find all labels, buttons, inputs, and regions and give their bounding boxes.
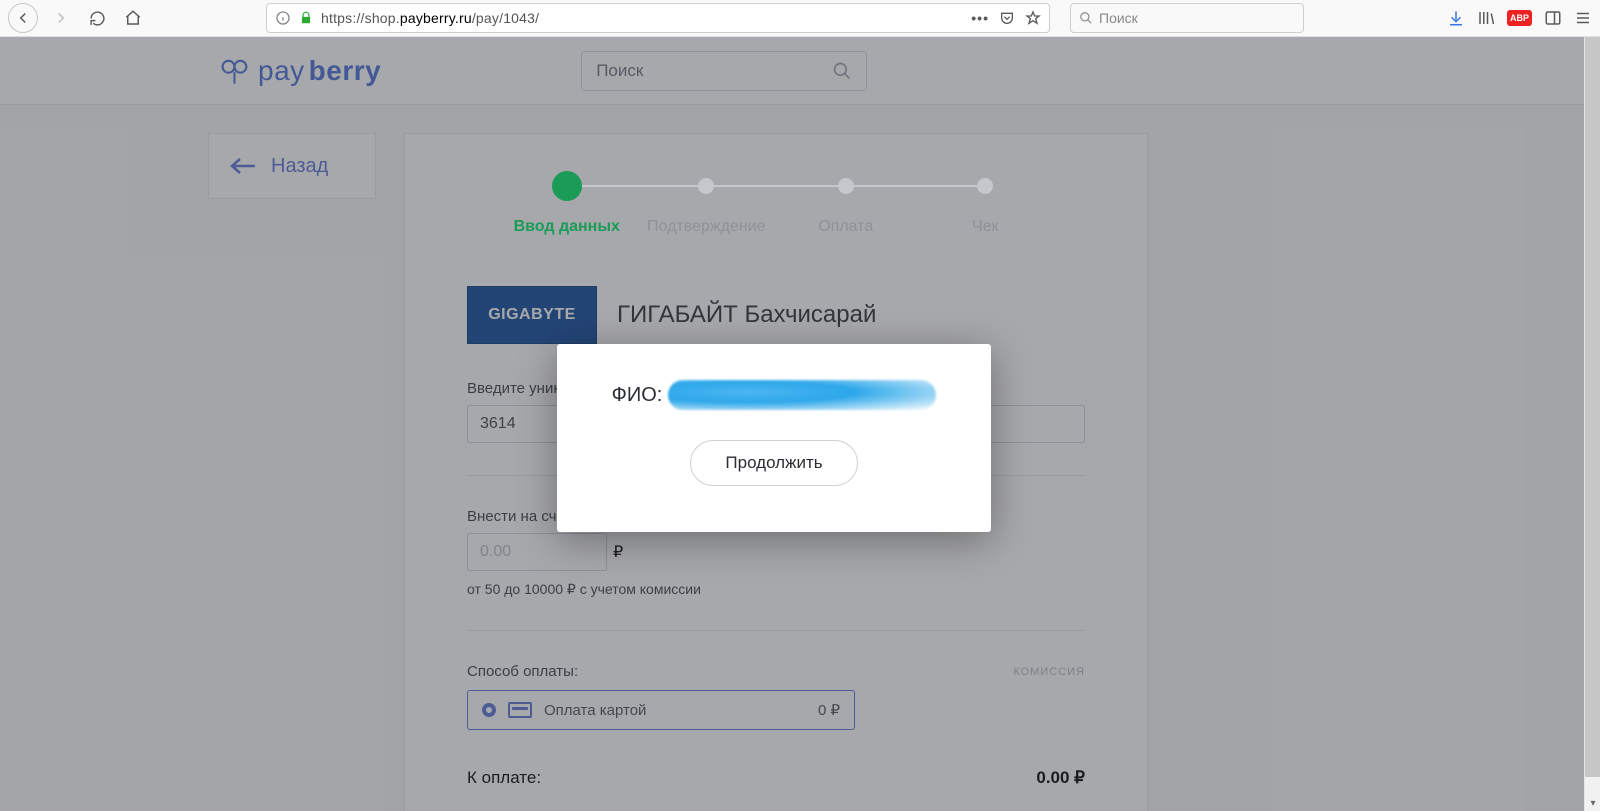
- browser-toolbar: https://shop.payberry.ru/pay/1043/ ••• П…: [0, 0, 1600, 37]
- scroll-down-icon[interactable]: ▾: [1585, 795, 1600, 811]
- scroll-thumb[interactable]: [1585, 37, 1600, 777]
- step-confirm[interactable]: Подтверждение: [637, 178, 777, 236]
- lock-icon: [299, 11, 313, 25]
- fio-label: ФИО:: [612, 384, 663, 407]
- url-text: https://shop.payberry.ru/pay/1043/: [321, 10, 963, 26]
- reload-button[interactable]: [84, 5, 110, 31]
- vertical-scrollbar[interactable]: ▴ ▾: [1584, 37, 1600, 811]
- search-icon: [1079, 11, 1093, 25]
- library-icon[interactable]: [1477, 9, 1495, 27]
- bookmark-star-icon[interactable]: [1025, 10, 1041, 26]
- nav-back-button[interactable]: [8, 3, 38, 33]
- menu-icon[interactable]: [1574, 9, 1592, 27]
- address-bar[interactable]: https://shop.payberry.ru/pay/1043/ •••: [266, 3, 1050, 33]
- page-actions-icon[interactable]: •••: [971, 10, 989, 26]
- confirmation-modal: ФИО: Продолжить: [557, 344, 991, 532]
- info-icon: [275, 10, 291, 26]
- home-button[interactable]: [120, 5, 146, 31]
- fio-redacted: [668, 380, 936, 410]
- pocket-icon[interactable]: [999, 10, 1015, 26]
- downloads-icon[interactable]: [1447, 9, 1465, 27]
- step-receipt[interactable]: Чек: [916, 178, 1056, 236]
- browser-search-placeholder: Поиск: [1099, 10, 1138, 26]
- continue-button[interactable]: Продолжить: [690, 440, 857, 486]
- sidebar-icon[interactable]: [1544, 9, 1562, 27]
- step-input[interactable]: Ввод данных: [497, 178, 637, 236]
- progress-steps: Ввод данных Подтверждение Оплата Чек: [497, 178, 1055, 236]
- step-pay[interactable]: Оплата: [776, 178, 916, 236]
- viewport: payberry Поиск Назад Ввод данных Подтвер…: [0, 37, 1600, 811]
- browser-search-input[interactable]: Поиск: [1070, 3, 1304, 33]
- abp-icon[interactable]: ABP: [1507, 10, 1532, 26]
- nav-forward-button[interactable]: [48, 5, 74, 31]
